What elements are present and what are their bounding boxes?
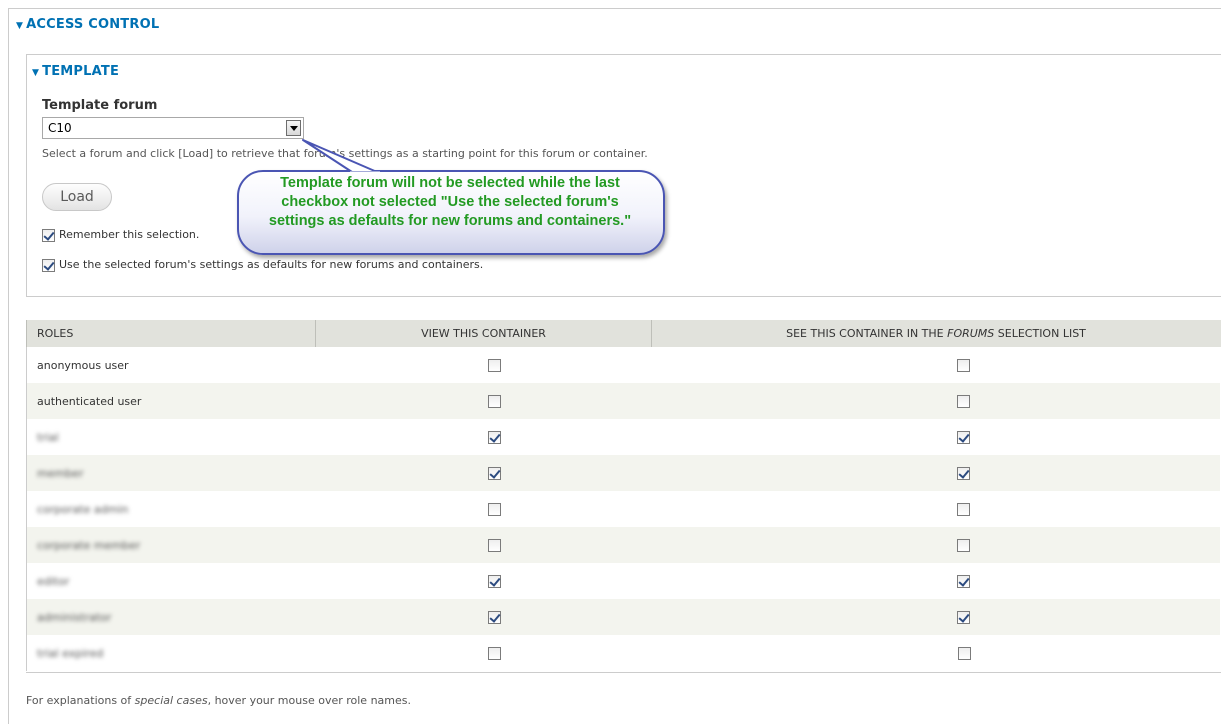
access-control-legend-text: ACCESS CONTROL [26,17,160,32]
view-permission-checkbox[interactable] [488,502,501,516]
role-name: corporate member [37,538,141,552]
role-name: anonymous user [37,358,129,372]
annotation-callout-text: Template forum will not be selected whil… [268,175,632,229]
see-permission-checkbox[interactable] [957,538,971,552]
role-name-cell[interactable]: authenticated user [26,383,316,419]
collapse-triangle-icon: ▼ [16,21,24,31]
role-name: member [37,466,84,480]
template-forum-description: Select a forum and click [Load] to retri… [42,147,648,160]
dropdown-arrow-icon[interactable] [286,120,301,136]
role-name-cell[interactable]: editor [26,563,316,599]
role-name-cell[interactable]: administrator [26,599,316,635]
see-header-em: FORUMS [947,327,995,340]
table-row: anonymous user [26,347,1221,383]
role-name-cell[interactable]: trial [26,419,316,455]
view-permission-checkbox[interactable] [488,430,501,444]
view-permission-cell [316,347,652,383]
see-in-forums-list-column-header: SEE THIS CONTAINER IN THE FORUMS SELECTI… [651,320,1221,347]
see-permission-checkbox[interactable] [957,394,971,408]
table-row: authenticated user [26,383,1221,419]
view-permission-cell [316,563,652,599]
view-permission-checkbox[interactable] [488,574,501,588]
see-header-prefix: SEE THIS CONTAINER IN THE [786,327,944,340]
see-permission-checkbox[interactable] [957,610,971,624]
view-permission-checkbox[interactable] [488,466,501,480]
remember-selection-checkbox[interactable] [42,229,55,242]
table-row: trial expired [26,635,1221,671]
table-row: member [26,455,1221,491]
role-name: administrator [37,610,112,624]
see-permission-cell [652,491,1221,527]
footnote-suffix: , hover your mouse over role names. [207,694,411,707]
role-name: trial [37,430,59,444]
template-legend-text: TEMPLATE [42,64,120,79]
see-permission-checkbox[interactable] [957,646,971,660]
see-permission-checkbox[interactable] [957,466,971,480]
table-row: corporate member [26,527,1221,563]
role-name-cell[interactable]: corporate admin [26,491,316,527]
template-forum-label: Template forum [42,98,158,113]
view-permission-cell [315,455,652,491]
special-cases-footnote: For explanations of special cases, hover… [26,694,411,707]
table-bottom-border [26,672,1221,673]
see-permission-checkbox[interactable] [957,430,971,444]
role-name-cell[interactable]: trial expired [26,635,316,671]
role-name-cell[interactable]: member [26,455,316,491]
see-permission-cell [652,635,1221,671]
footnote-prefix: For explanations of [26,694,132,707]
see-permission-checkbox[interactable] [957,358,971,372]
role-name-cell[interactable]: anonymous user [26,347,316,383]
see-permission-cell [651,599,1221,635]
view-permission-checkbox[interactable] [488,646,501,660]
template-legend[interactable]: ▼ TEMPLATE [32,64,119,79]
access-control-legend[interactable]: ▼ ACCESS CONTROL [16,17,159,32]
see-permission-cell [652,563,1221,599]
template-forum-select[interactable]: C10 [42,117,304,139]
remember-selection-label: Remember this selection. [59,228,200,241]
table-row: editor [26,563,1221,599]
view-permission-cell [315,599,652,635]
see-permission-cell [651,527,1221,563]
view-permission-checkbox[interactable] [488,394,501,408]
roles-permissions-table: ROLES VIEW THIS CONTAINER SEE THIS CONTA… [26,320,1221,671]
roles-column-header: ROLES [26,320,316,347]
see-permission-checkbox[interactable] [957,574,971,588]
see-permission-cell [651,383,1221,419]
table-row: trial [26,419,1221,455]
view-permission-checkbox[interactable] [488,538,501,552]
template-forum-select-value: C10 [48,121,72,135]
see-permission-cell [651,455,1221,491]
view-permission-cell [316,491,652,527]
role-name: corporate admin [37,502,129,516]
view-permission-checkbox[interactable] [488,358,501,372]
role-name-cell[interactable]: corporate member [26,527,316,563]
load-button[interactable]: Load [42,183,112,211]
see-permission-cell [652,419,1221,455]
see-header-suffix: SELECTION LIST [997,327,1086,340]
see-permission-cell [652,347,1221,383]
view-permission-cell [316,635,652,671]
role-name: authenticated user [37,394,142,408]
see-permission-checkbox[interactable] [957,502,971,516]
table-row: corporate admin [26,491,1221,527]
table-row: administrator [26,599,1221,635]
collapse-triangle-icon: ▼ [32,68,40,78]
view-permission-cell [315,527,652,563]
view-container-column-header: VIEW THIS CONTAINER [315,320,652,347]
view-permission-cell [315,383,652,419]
use-as-defaults-checkbox[interactable] [42,259,55,272]
role-name: trial expired [37,646,104,660]
footnote-em: special cases [134,694,208,707]
view-permission-cell [316,419,652,455]
use-as-defaults-label: Use the selected forum's settings as def… [59,258,484,271]
role-name: editor [37,574,70,588]
table-header-row: ROLES VIEW THIS CONTAINER SEE THIS CONTA… [26,320,1221,347]
view-permission-checkbox[interactable] [488,610,501,624]
